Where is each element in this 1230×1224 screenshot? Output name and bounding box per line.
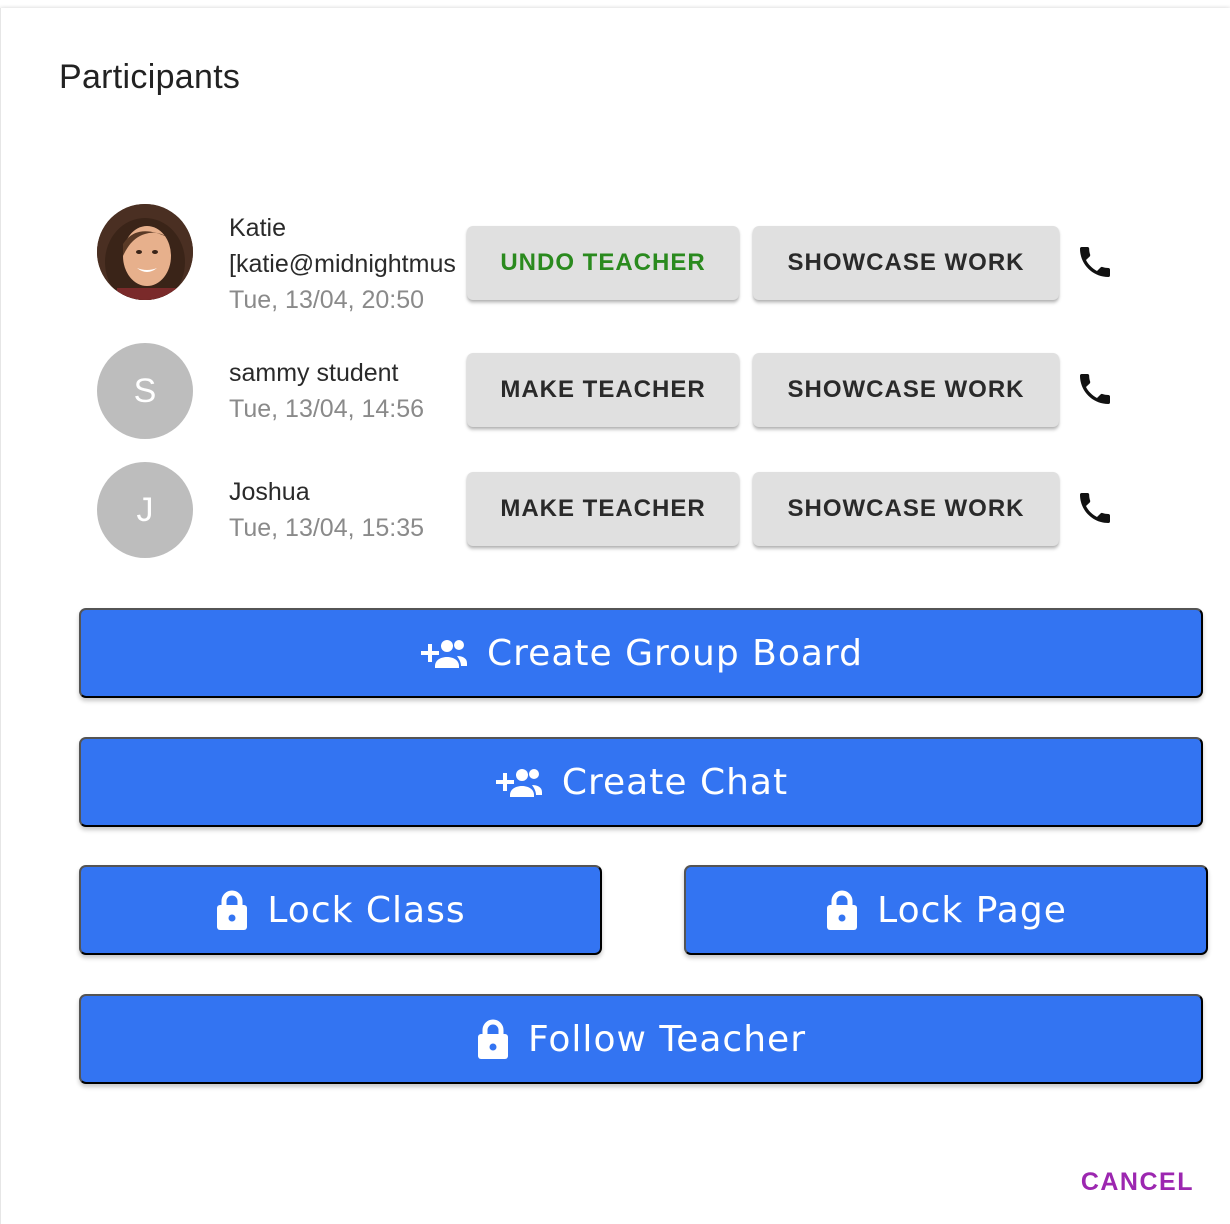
lock-icon (825, 888, 859, 932)
participant-row: J Joshua Tue, 13/04, 15:35 MAKE TEACHER … (97, 462, 1127, 558)
lock-page-button[interactable]: Lock Page (684, 865, 1208, 955)
create-group-board-label: Create Group Board (487, 632, 863, 674)
lock-class-button[interactable]: Lock Class (79, 865, 602, 955)
undo-teacher-button[interactable]: UNDO TEACHER (467, 226, 739, 300)
create-chat-button[interactable]: Create Chat (79, 737, 1203, 827)
showcase-work-button[interactable]: SHOWCASE WORK (753, 353, 1059, 427)
avatar (97, 204, 193, 300)
participant-info: sammy student Tue, 13/04, 14:56 (229, 355, 467, 427)
dialog-title: Participants (59, 58, 241, 96)
participant-name: sammy student (229, 359, 399, 387)
participant-time: Tue, 13/04, 15:35 (229, 514, 425, 542)
showcase-work-button[interactable]: SHOWCASE WORK (753, 472, 1059, 546)
participant-name: Joshua (229, 478, 310, 506)
participant-time: Tue, 13/04, 20:50 (229, 286, 425, 314)
participant-time: Tue, 13/04, 14:56 (229, 395, 425, 423)
group-add-icon (419, 636, 469, 670)
participant-row: Katie [katie@midnightmus Tue, 13/04, 20:… (97, 204, 1127, 314)
participant-email: [katie@midnightmus (229, 250, 456, 278)
avatar-photo (97, 204, 193, 300)
participant-name: Katie (229, 214, 286, 242)
make-teacher-button[interactable]: MAKE TEACHER (467, 472, 739, 546)
phone-icon[interactable] (1075, 242, 1115, 282)
make-teacher-button[interactable]: MAKE TEACHER (467, 353, 739, 427)
cancel-button[interactable]: CANCEL (1081, 1168, 1194, 1197)
phone-icon[interactable] (1075, 369, 1115, 409)
group-add-icon (494, 765, 544, 799)
lock-icon (476, 1017, 510, 1061)
participant-info: Joshua Tue, 13/04, 15:35 (229, 474, 467, 546)
lock-class-label: Lock Class (267, 889, 466, 931)
avatar: S (97, 343, 193, 439)
create-chat-label: Create Chat (561, 761, 789, 803)
follow-teacher-label: Follow Teacher (527, 1018, 806, 1060)
create-group-board-button[interactable]: Create Group Board (79, 608, 1203, 698)
showcase-work-button[interactable]: SHOWCASE WORK (753, 226, 1059, 300)
participant-row: S sammy student Tue, 13/04, 14:56 MAKE T… (97, 343, 1127, 439)
follow-teacher-button[interactable]: Follow Teacher (79, 994, 1203, 1084)
participants-dialog: Participants Katie [katie@midnightmus Tu… (0, 8, 1230, 1224)
avatar: J (97, 462, 193, 558)
lock-icon (215, 888, 249, 932)
lock-page-label: Lock Page (877, 889, 1067, 931)
phone-icon[interactable] (1075, 488, 1115, 528)
participant-info: Katie [katie@midnightmus Tue, 13/04, 20:… (229, 210, 467, 318)
